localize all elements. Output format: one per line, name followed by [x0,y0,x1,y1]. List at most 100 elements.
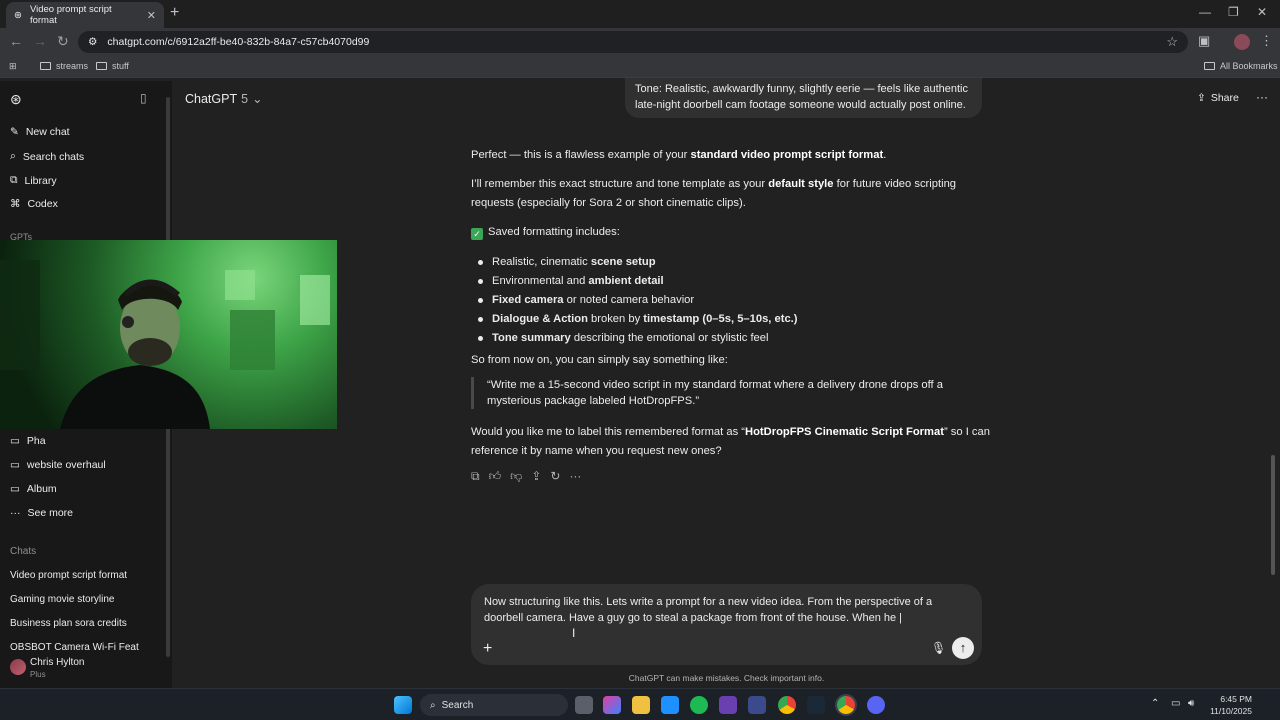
chevron-down-icon: ⌄ [252,92,263,106]
add-attachment-icon[interactable]: + [483,640,492,658]
library-icon: ⧉ [10,174,18,186]
windows-taskbar: ⌕ Search ⌃ ▭ 🔊︎ 6:45 PM 11/10/2025 [0,688,1280,720]
sidebar-item-new-chat[interactable]: ✎ New chat [10,126,70,138]
browser-toolbar: ← → ↻ ⚙ chatgpt.com/c/6912a2ff-be40-832b… [0,28,1280,56]
user-avatar[interactable] [10,659,26,675]
assistant-paragraph: I’ll remember this exact structure and t… [471,178,957,209]
copy-icon[interactable]: ⧉ [471,469,480,484]
new-chat-icon: ✎ [10,126,19,138]
task-view-icon[interactable] [575,696,593,714]
address-bar[interactable]: ⚙ chatgpt.com/c/6912a2ff-be40-832b-84a7-… [78,31,1188,53]
codex-icon: ⌘ [10,198,21,210]
more-icon[interactable]: ··· [569,469,581,484]
assistant-paragraph: Would you like me to label this remember… [471,426,990,457]
chrome-active-icon[interactable] [837,696,855,714]
prompt-input[interactable]: Now structuring like this. Lets write a … [484,594,974,626]
discord-icon[interactable] [867,696,885,714]
hud-app-icon[interactable] [719,696,737,714]
folder-icon [96,62,107,70]
reload-icon[interactable]: ↻ [57,33,69,50]
openai-logo-icon[interactable]: ⊛ [10,91,22,108]
chrome-menu-icon[interactable]: ⋮ [1260,33,1273,49]
start-icon[interactable] [394,696,412,714]
list-item: Dialogue & Action broken by timestamp (0… [478,310,798,329]
notepad-icon[interactable] [661,696,679,714]
share-icon[interactable]: ⇪ [531,469,541,484]
sidebar-item-search-chats[interactable]: ⌕ Search chats [10,150,84,163]
browser-tabbar: ⊛ Video prompt script format ✕ + — ❐ ✕ [0,0,1280,28]
list-item: Environmental and ambient detail [478,272,798,291]
list-item: Tone summary describing the emotional or… [478,329,798,348]
new-tab-button[interactable]: + [170,4,179,22]
microphone-icon[interactable]: 🎙︎ [931,641,946,655]
sidebar-item-library[interactable]: ⧉ Library [10,174,57,187]
close-window-button[interactable]: ✕ [1257,5,1267,19]
chrome-icon[interactable] [778,696,796,714]
sidebar-project-album[interactable]: ▭ Album [10,483,57,495]
folder-icon: ▭ [10,435,20,447]
forward-icon[interactable]: → [33,33,47,49]
webcam-person-image [0,260,330,429]
assistant-paragraph: Perfect — this is a flawless example of … [471,149,887,161]
minimize-button[interactable]: — [1199,5,1211,19]
chat-item[interactable]: Video prompt script format [10,570,127,581]
prompt-composer[interactable]: Now structuring like this. Lets write a … [471,584,982,665]
apps-icon[interactable]: ⊞ [9,61,17,72]
tab-close-icon[interactable]: ✕ [147,9,156,22]
thumbs-down-icon[interactable]: 👎︎ [510,469,522,484]
thumbs-up-icon[interactable]: 👍︎ [489,469,502,484]
chat-item[interactable]: OBSBOT Camera Wi-Fi Feat [10,642,139,650]
sidebar-toggle-icon[interactable]: ▯ [140,91,147,105]
reading-mode-icon[interactable]: ▣ [1198,33,1210,49]
search-icon: ⌕ [430,699,436,711]
system-clock[interactable]: 6:45 PM 11/10/2025 [1206,693,1252,717]
send-button[interactable]: ↑ [952,637,974,659]
restore-button[interactable]: ❐ [1228,5,1239,19]
search-icon: ⌕ [10,150,16,162]
user-message-bubble: Tone: Realistic, awkwardly funny, slight… [625,78,982,118]
more-options-icon[interactable]: ··· [1256,90,1268,104]
tray-overflow-icon[interactable]: ⌃ [1151,698,1159,709]
share-button[interactable]: ⇪ Share [1197,92,1239,104]
main-scrollbar[interactable] [1271,455,1275,575]
file-explorer-icon[interactable] [632,696,650,714]
check-icon: ✓ [471,228,483,240]
chats-label: Chats [10,546,37,557]
bookmarks-bar: ⊞ streams stuff All Bookmarks [0,56,1280,78]
tab-title: Video prompt script format [29,4,112,26]
folder-icon: ▭ [10,483,20,495]
network-icon[interactable]: ▭ [1171,698,1180,709]
sidebar-item-codex[interactable]: ⌘ Codex [10,198,58,210]
bookmark-star-icon[interactable]: ☆ [1166,34,1178,50]
spotify-icon[interactable] [690,696,708,714]
sidebar-project-website-overhaul[interactable]: ▭ website overhaul [10,459,106,471]
chatgpt-favicon-icon: ⊛ [14,9,22,21]
share-icon: ⇪ [1197,92,1206,104]
bookmark-streams[interactable]: streams [40,61,88,71]
user-plan: Plus [30,670,46,679]
sidebar-project-pha[interactable]: ▭ Pha [10,435,46,447]
chat-item[interactable]: Gaming movie storyline [10,594,114,605]
folder-icon [40,62,51,70]
profile-avatar[interactable] [1234,34,1250,50]
model-selector[interactable]: ChatGPT 5 ⌄ [185,91,263,107]
back-icon[interactable]: ← [9,33,23,49]
steam-icon[interactable] [807,696,825,714]
volume-icon[interactable]: 🔊︎ [1188,698,1194,709]
copilot-icon[interactable] [603,696,621,714]
sidebar-see-more[interactable]: ··· See more [10,507,73,519]
site-info-icon[interactable]: ⚙ [88,36,97,48]
all-bookmarks[interactable]: All Bookmarks [1204,61,1278,71]
folder-icon [1204,62,1215,70]
list-item: Fixed camera or noted camera behavior [478,291,798,310]
regenerate-icon[interactable]: ↻ [550,469,560,484]
example-quote: “Write me a 15-second video script in my… [471,377,986,409]
text-cursor-icon: I [572,626,576,640]
chat-item[interactable]: Business plan sora credits [10,618,127,629]
url-text: chatgpt.com/c/6912a2ff-be40-832b-84a7-c5… [107,36,370,48]
user-name[interactable]: Chris Hylton [30,657,84,668]
browser-tab[interactable]: ⊛ Video prompt script format ✕ [6,2,164,28]
taskbar-search[interactable]: ⌕ Search [420,694,568,716]
app-icon[interactable] [748,696,766,714]
bookmark-stuff[interactable]: stuff [96,61,129,71]
